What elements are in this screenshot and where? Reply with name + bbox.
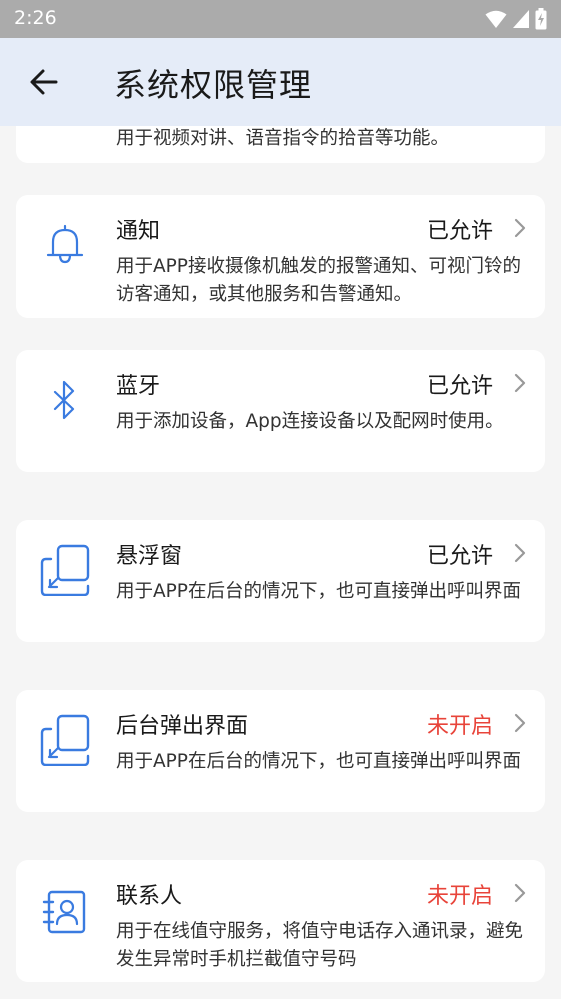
wifi-icon [485,10,507,28]
permission-card-microphone[interactable]: 用于视频对讲、语音指令的拾音等功能。 [16,126,545,163]
permission-status: 已允许 [426,219,493,244]
chevron-right-icon [514,373,526,393]
permission-status: 已允许 [426,374,493,399]
chevron-right-icon [514,883,526,903]
chevron-right-icon [514,218,526,238]
back-button[interactable] [24,62,64,102]
permission-title: 通知 [116,219,161,244]
permission-card-background-popup[interactable]: 后台弹出界面 未开启 用于APP在后台的情况下，也可直接弹出呼叫界面 [16,690,545,812]
page-title: 系统权限管理 [114,66,313,104]
app-bar: 系统权限管理 [0,38,561,126]
bell-icon [46,224,84,264]
permission-description: 用于APP接收摄像机触发的报警通知、可视门铃的访客通知，或其他服务和告警通知。 [116,256,521,305]
permission-status: 未开启 [426,714,493,739]
signal-icon [513,10,529,28]
permission-card-floating-window[interactable]: 悬浮窗 已允许 用于APP在后台的情况下，也可直接弹出呼叫界面 [16,520,545,642]
permission-title: 联系人 [116,884,183,909]
permission-card-bluetooth[interactable]: 蓝牙 已允许 用于添加设备，App连接设备以及配网时使用。 [16,350,545,472]
back-arrow-icon [30,69,58,95]
permission-card-notification[interactable]: 通知 已允许 用于APP接收摄像机触发的报警通知、可视门铃的访客通知，或其他服务… [16,195,545,318]
permission-card-contacts[interactable]: 联系人 未开启 用于在线值守服务，将值守电话存入通讯录，避免发生异常时手机拦截值… [16,860,545,982]
status-time: 2:26 [14,7,57,29]
bluetooth-icon [53,380,75,420]
permission-description: 用于添加设备，App连接设备以及配网时使用。 [116,411,504,432]
floating-window-icon [40,544,90,596]
permission-status: 已允许 [426,544,493,569]
permission-title: 后台弹出界面 [116,714,249,739]
chevron-right-icon [514,713,526,733]
chevron-right-icon [514,543,526,563]
background-popup-icon [40,714,90,766]
permission-title: 悬浮窗 [116,544,183,569]
permission-status: 未开启 [426,884,493,909]
permission-description: 用于APP在后台的情况下，也可直接弹出呼叫界面 [116,581,521,602]
permission-description: 用于视频对讲、语音指令的拾音等功能。 [116,128,450,149]
permission-description: 用于在线值守服务，将值守电话存入通讯录，避免发生异常时手机拦截值守号码 [116,921,524,970]
contacts-icon [42,890,86,934]
status-bar: 2:26 [0,0,561,38]
permission-list: 用于视频对讲、语音指令的拾音等功能。 通知 已允许 用于APP接收摄像机触发的报… [0,126,561,999]
permission-description: 用于APP在后台的情况下，也可直接弹出呼叫界面 [116,751,521,772]
permission-title: 蓝牙 [116,374,161,399]
battery-icon [535,8,547,30]
